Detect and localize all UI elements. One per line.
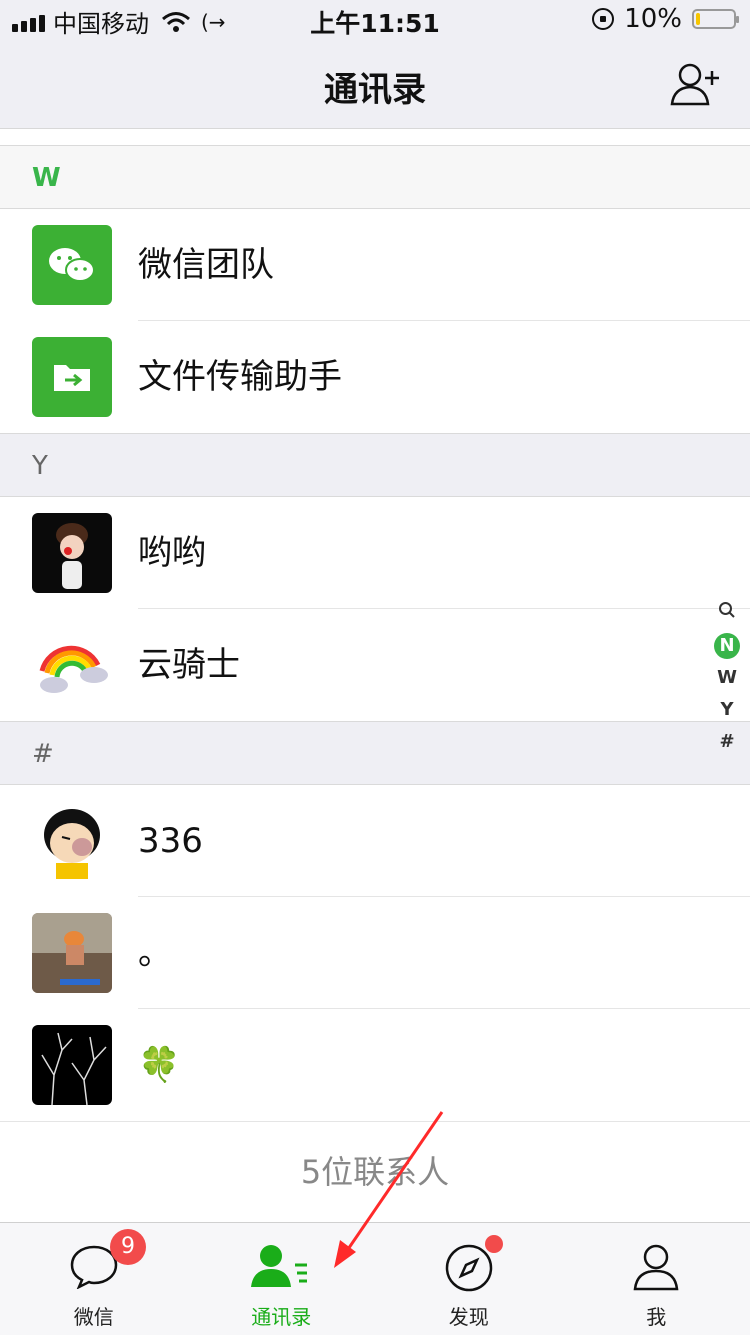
index-letter-n[interactable]: N [714,630,740,662]
tab-label: 我 [563,1301,750,1330]
battery-icon [692,9,736,29]
contact-count: 5位联系人 [0,1121,750,1222]
contact-row-336[interactable]: 336 [0,785,750,897]
wechat-team-avatar [32,225,112,305]
unread-badge: 9 [110,1229,146,1265]
compass-icon [444,1243,494,1293]
clover-avatar [32,1025,112,1105]
tab-label: 微信 [0,1301,188,1330]
nav-bar: 通讯录 [0,40,750,129]
dot-avatar [32,913,112,993]
contact-name: 云骑士 [138,609,240,721]
336-avatar [32,801,112,881]
index-letter-y[interactable]: Y [714,694,740,726]
contact-row-wechat-team[interactable]: 微信团队 [0,209,750,321]
contacts-icon [251,1243,311,1289]
contact-row-clover[interactable]: 🍀 [0,1009,750,1121]
status-bar: 中国移动 (→ 上午11:51 10% [0,0,750,40]
index-letter-w[interactable]: W [714,662,740,694]
person-icon [631,1243,681,1291]
contact-row-youyou[interactable]: 哟哟 [0,497,750,609]
tab-contacts[interactable]: 通讯录 [188,1223,376,1335]
file-transfer-avatar [32,337,112,417]
contact-name: 文件传输助手 [138,321,342,433]
yunqishi-avatar [32,625,112,705]
contact-name: 。 [138,897,172,1009]
section-header-hash: # [0,721,750,785]
contact-name: 336 [138,785,203,897]
contact-name: 🍀 [138,1009,180,1121]
section-header-w: W [0,145,750,209]
page-title: 通讯录 [0,62,750,111]
section-header-y: Y [0,433,750,497]
youyou-avatar [32,513,112,593]
index-letter-hash[interactable]: # [714,726,740,758]
contact-row-yunqishi[interactable]: 云骑士 [0,609,750,721]
new-content-dot [485,1235,503,1253]
tab-label: 发现 [375,1301,563,1330]
add-contact-icon[interactable] [670,62,720,106]
tab-bar: 9 微信 通讯录 发现 我 [0,1222,750,1335]
contact-name: 微信团队 [138,209,274,321]
index-search-icon[interactable] [714,598,740,630]
tab-discover[interactable]: 发现 [375,1223,563,1335]
battery-percent: 10% [624,4,682,34]
tab-chats[interactable]: 9 微信 [0,1223,188,1335]
contact-row-file-transfer[interactable]: 文件传输助手 [0,321,750,433]
tab-label: 通讯录 [188,1301,376,1330]
contact-row-dot[interactable]: 。 [0,897,750,1009]
contact-list: W 微信团队 文件传输助手 Y [0,145,750,1222]
tab-me[interactable]: 我 [563,1223,750,1335]
contact-name: 哟哟 [138,497,206,609]
alphabet-index-bar[interactable]: N W Y # [714,598,740,758]
rotation-lock-icon [592,8,614,30]
